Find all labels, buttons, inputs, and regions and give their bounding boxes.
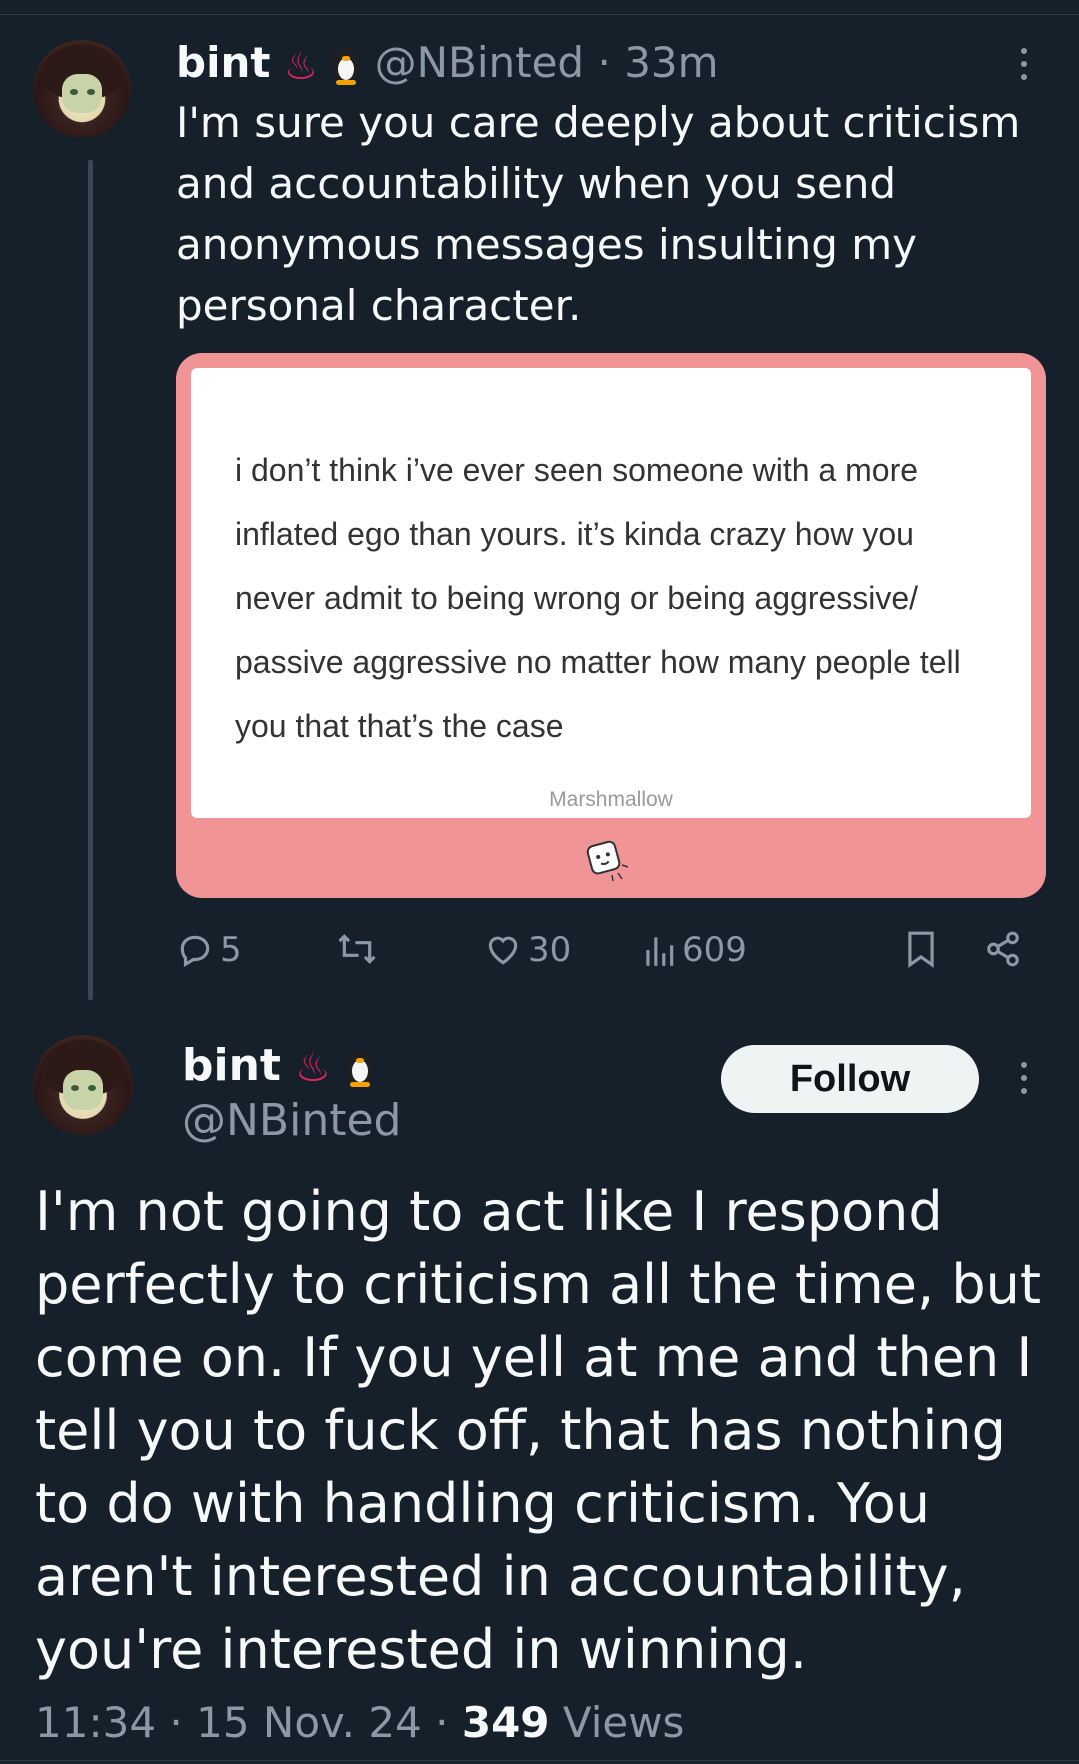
heart-icon [488, 936, 518, 965]
views-count: 609 [682, 930, 747, 970]
tweet-header: bint ♨ [182, 1040, 375, 1091]
bottom-divider [0, 1760, 1079, 1761]
reply-icon [180, 935, 210, 968]
hot-springs-emoji: ♨ [294, 1045, 331, 1091]
separator: · [597, 38, 611, 87]
tweet-actions: 5 30 609 [176, 930, 1036, 974]
views-label: Views [562, 1698, 685, 1747]
like-button[interactable]: 30 [484, 930, 571, 970]
share-icon [987, 931, 1019, 967]
tweet-time[interactable]: 11:34 [35, 1698, 156, 1747]
tweet-text: I'm sure you care deeply about criticism… [176, 98, 1021, 330]
views-bar-chart-icon [646, 937, 674, 966]
marshmallow-card[interactable]: i don’t think i’ve ever seen someone wit… [176, 353, 1046, 898]
bookmark-icon [908, 931, 934, 968]
handle[interactable]: @NBinted [375, 38, 585, 87]
retweet-button[interactable] [336, 930, 384, 968]
handle[interactable]: @NBinted [182, 1095, 401, 1146]
tweet-meta: 11:34 · 15 Nov. 24 · 349 Views [35, 1698, 684, 1747]
share-button[interactable] [984, 930, 1022, 968]
follow-button[interactable]: Follow [721, 1045, 979, 1113]
marshmallow-icon [586, 840, 629, 882]
card-brand: Marshmallow [549, 788, 673, 811]
tweet-text: I'm not going to act like I respond perf… [35, 1180, 1042, 1681]
like-count: 30 [528, 930, 572, 970]
top-divider [0, 14, 1079, 15]
penguin-emoji [345, 1048, 375, 1088]
thread-connector-line [88, 160, 93, 1000]
more-options-icon[interactable] [1020, 1062, 1028, 1094]
reply-button[interactable]: 5 [176, 930, 242, 970]
penguin-emoji [331, 46, 361, 86]
tweet-date[interactable]: 15 Nov. 24 [196, 1698, 422, 1747]
views-button[interactable]: 609 [642, 930, 747, 970]
separator: · [169, 1698, 183, 1747]
retweet-icon [338, 934, 376, 964]
avatar[interactable] [33, 1035, 133, 1135]
display-name[interactable]: bint [176, 38, 270, 87]
timestamp[interactable]: 33m [624, 38, 718, 87]
avatar[interactable] [33, 40, 131, 138]
card-message-box: i don’t think i’ve ever seen someone wit… [191, 368, 1031, 818]
display-name[interactable]: bint [182, 1040, 281, 1091]
views-count: 349 [461, 1698, 550, 1747]
separator: · [435, 1698, 449, 1747]
tweet-header: bint ♨ @NBinted · 33m [176, 38, 719, 88]
hot-springs-emoji: ♨ [283, 43, 318, 88]
card-message: i don’t think i’ve ever seen someone wit… [235, 452, 961, 744]
more-options-icon[interactable] [1020, 48, 1028, 80]
bookmark-button[interactable] [904, 930, 938, 968]
reply-count: 5 [220, 930, 242, 970]
